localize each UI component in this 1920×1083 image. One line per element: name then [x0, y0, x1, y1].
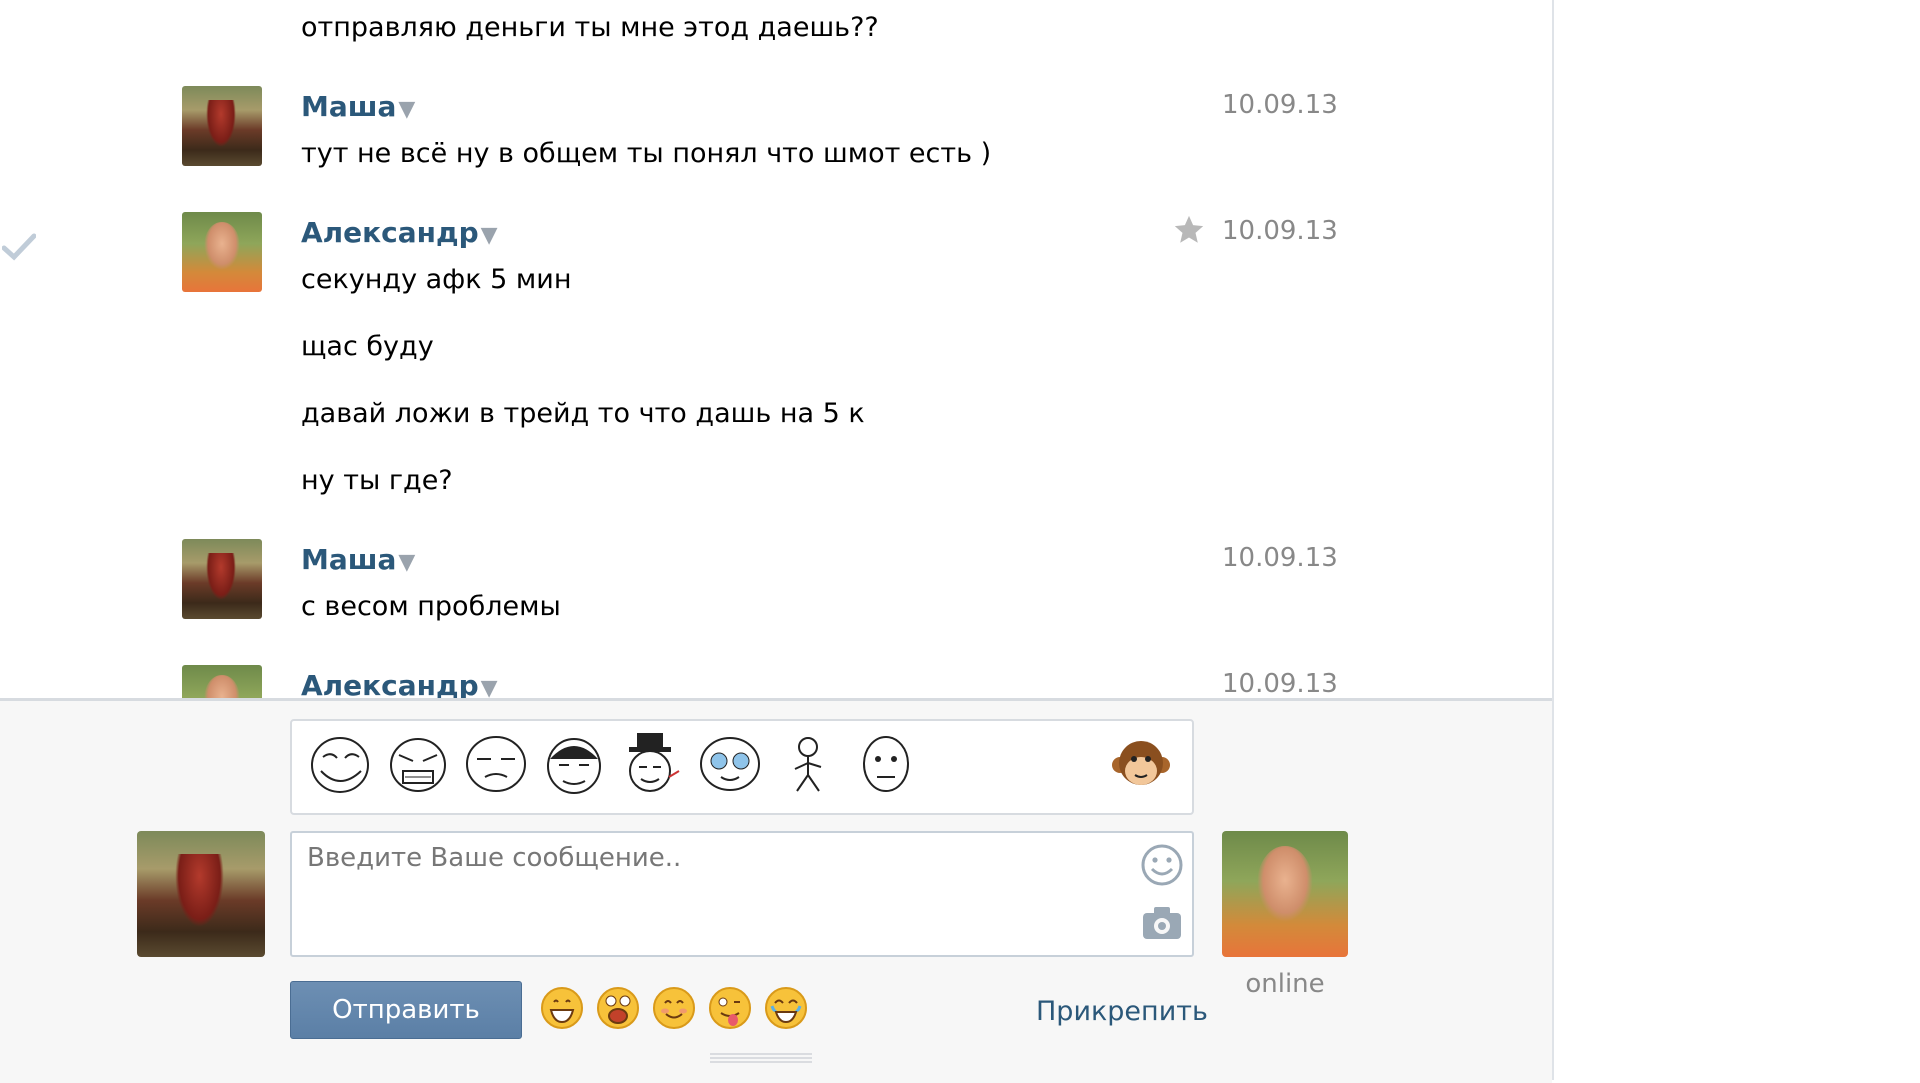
message-date[interactable]: 10.09.13: [1222, 669, 1338, 698]
message-text: щас буду: [301, 331, 434, 362]
send-button[interactable]: Отправить: [290, 981, 522, 1039]
star-icon[interactable]: [1172, 213, 1206, 247]
troll-face-sticker[interactable]: [307, 731, 373, 797]
chat-panel: отправляю деньги ты мне этод даешь?? Маш…: [0, 0, 1554, 1083]
rage-face-sticker[interactable]: [385, 731, 451, 797]
grin-emoji[interactable]: [540, 986, 584, 1030]
poker-face-sticker[interactable]: [853, 731, 919, 797]
message-text: секунду афк 5 мин: [301, 264, 572, 295]
message-author[interactable]: Александр▼: [301, 669, 498, 698]
message-text: тут не всё ну в общем ты понял что шмот …: [301, 138, 992, 169]
cry-laugh-emoji[interactable]: [764, 986, 808, 1030]
tongue-emoji[interactable]: [708, 986, 752, 1030]
message-composer: online Отправить: [0, 698, 1552, 1083]
message-date[interactable]: 10.09.13: [1222, 216, 1338, 246]
stick-figure-sticker[interactable]: [775, 731, 841, 797]
avatar[interactable]: [182, 212, 262, 292]
message-author[interactable]: Маша▼: [301, 90, 415, 123]
message-text: давай ложи в трейд то что дашь на 5 к: [301, 398, 865, 429]
message-text: отправляю деньги ты мне этод даешь??: [301, 12, 879, 43]
message-date[interactable]: 10.09.13: [1222, 90, 1338, 120]
cute-tears-sticker[interactable]: [697, 731, 763, 797]
avatar[interactable]: [182, 539, 262, 619]
message-input[interactable]: [292, 833, 1192, 955]
message-date[interactable]: 10.09.13: [1222, 543, 1338, 573]
chevron-down-icon[interactable]: ▼: [481, 676, 498, 698]
attach-link[interactable]: Прикрепить: [1036, 996, 1208, 1027]
camera-icon[interactable]: [1140, 903, 1184, 941]
message-author[interactable]: Александр▼: [301, 216, 498, 249]
peer-avatar[interactable]: [1222, 831, 1348, 957]
smiley-icon[interactable]: [1140, 843, 1184, 887]
surprised-emoji[interactable]: [596, 986, 640, 1030]
peer-online-status: online: [1245, 969, 1325, 999]
chevron-down-icon[interactable]: ▼: [398, 97, 415, 122]
message-text: с весом проблемы: [301, 591, 561, 622]
resize-grip-icon[interactable]: [710, 1051, 812, 1065]
message-author[interactable]: Маша▼: [301, 543, 415, 576]
sticker-panel: [290, 719, 1194, 815]
like-a-sir-sticker[interactable]: [619, 731, 685, 797]
avatar[interactable]: [182, 86, 262, 166]
monkey-sticker[interactable]: [1108, 731, 1174, 797]
chevron-down-icon[interactable]: ▼: [398, 550, 415, 575]
message-input-box: [290, 831, 1194, 957]
smile-emoji[interactable]: [652, 986, 696, 1030]
message-text: ну ты где?: [301, 465, 453, 496]
meh-face-sticker[interactable]: [463, 731, 529, 797]
yao-ming-sticker[interactable]: [541, 731, 607, 797]
chevron-down-icon[interactable]: ▼: [481, 223, 498, 248]
check-icon: [2, 233, 36, 261]
message-history[interactable]: отправляю деньги ты мне этод даешь?? Маш…: [0, 0, 1552, 698]
my-avatar[interactable]: [137, 831, 265, 957]
avatar[interactable]: [182, 665, 262, 698]
